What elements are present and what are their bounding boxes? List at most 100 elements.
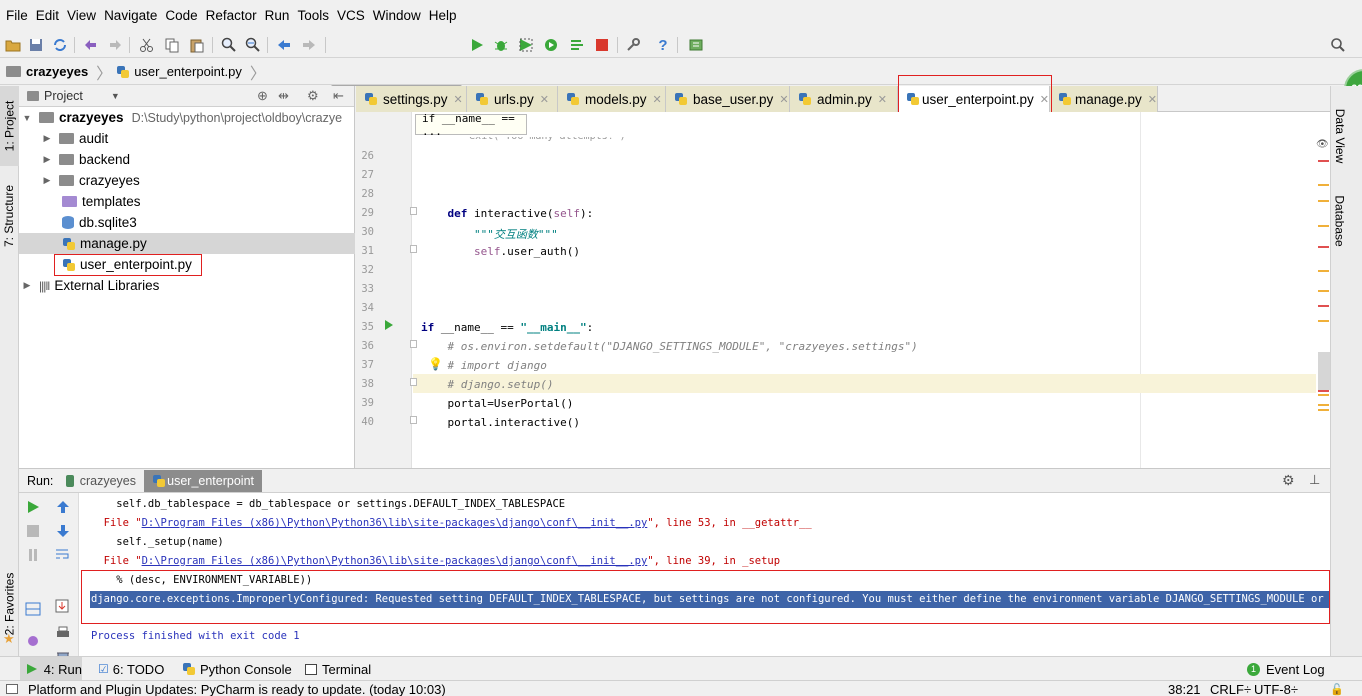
target-icon[interactable]: ⊕ [257,88,268,104]
undo-icon[interactable] [81,35,101,55]
tool-tab-structure[interactable]: 7: Structure [0,171,19,261]
pause-icon[interactable] [23,545,43,565]
coverage-icon[interactable] [516,35,536,55]
tab-settings[interactable]: settings.py ✕ [356,86,467,112]
tool-tab-python-console[interactable]: Python Console [182,657,292,681]
hide-panel-icon[interactable]: ⊥ [1309,472,1320,488]
file-encoding[interactable]: UTF-8÷ [1254,683,1298,696]
sync-icon[interactable] [50,35,70,55]
fold-marker-icon[interactable] [410,245,417,253]
tree-item-manage[interactable]: manage.py [19,233,355,254]
paste-icon[interactable] [187,35,207,55]
tool-tab-project[interactable]: 1: Project [0,86,19,166]
close-icon[interactable]: ✕ [779,93,788,106]
tool-tab-event-log[interactable]: 1 Event Log [1247,657,1325,681]
replace-icon[interactable] [243,35,263,55]
menu-code[interactable]: Code [161,0,201,32]
gear-icon[interactable]: ⚙ [1282,472,1295,489]
chevron-down-icon[interactable]: ▼ [111,91,120,101]
forward-icon[interactable] [299,35,319,55]
menu-window[interactable]: Window [369,0,425,32]
hide-icon[interactable]: ⇤ [333,88,344,104]
fold-marker-icon[interactable] [410,378,417,386]
menu-vcs[interactable]: VCS [333,0,369,32]
debug-icon[interactable] [491,35,511,55]
tab-manage[interactable]: manage.py ✕ [1050,86,1158,112]
tree-item-db[interactable]: db.sqlite3 [19,212,355,233]
code-editor[interactable]: exit("Too many attempts!") 26 27 28 29 3… [356,112,1330,468]
tool-tab-data-view[interactable]: Data View [1331,96,1349,176]
menu-run[interactable]: Run [261,0,294,32]
copy-icon[interactable] [162,35,182,55]
run-gutter-icon[interactable] [384,319,394,334]
gear-icon[interactable]: ⚙ [307,88,319,104]
settings-icon[interactable] [623,35,643,55]
back-icon[interactable] [274,35,294,55]
tab-models[interactable]: models.py ✕ [558,86,666,112]
cut-icon[interactable] [137,35,157,55]
breadcrumb-project[interactable]: crazyeyes [6,64,88,79]
menu-edit[interactable]: Edit [32,0,63,32]
line-separator[interactable]: CRLF÷ [1210,683,1251,696]
menu-file[interactable]: File [2,0,32,32]
tree-item-audit[interactable]: ▶ audit [19,128,355,149]
close-icon[interactable]: ✕ [878,93,887,106]
cursor-position[interactable]: 38:21 [1168,683,1201,696]
concurrency-icon[interactable] [567,35,587,55]
profile-icon[interactable] [541,35,561,55]
tab-admin[interactable]: admin.py ✕ [790,86,898,112]
collapse-icon[interactable]: ⇹ [278,88,289,104]
find-icon[interactable] [219,35,239,55]
menu-view[interactable]: View [63,0,100,32]
error-stripe[interactable]: 👁 [1316,139,1330,468]
help-icon[interactable]: ? [653,35,673,55]
fold-marker-icon[interactable] [410,416,417,424]
tree-item-backend[interactable]: ▶ backend [19,149,355,170]
close-icon[interactable]: ✕ [540,93,549,106]
lock-icon[interactable]: 🔓 [1330,683,1344,696]
tool-tab-run[interactable]: 4: Run [20,657,82,681]
breadcrumb-popup[interactable]: if __name__ == ... [415,112,527,138]
tree-item-user-enterpoint[interactable]: user_enterpoint.py [19,254,355,275]
open-icon[interactable] [3,35,23,55]
menu-tools[interactable]: Tools [293,0,333,32]
run-tab-crazyeyes[interactable]: crazyeyes [58,470,144,492]
tab-base-user[interactable]: base_user.py ✕ [666,86,790,112]
scroll-up-icon[interactable] [53,497,73,517]
tree-root[interactable]: ▼ crazyeyes D:\Study\python\project\oldb… [19,107,355,128]
status-toggle-icon[interactable] [6,684,18,694]
pin-icon[interactable] [23,631,43,651]
redo-icon[interactable] [105,35,125,55]
fold-marker-icon[interactable] [410,340,417,348]
scroll-to-end-icon[interactable] [53,597,73,617]
menu-navigate[interactable]: Navigate [100,0,161,32]
save-icon[interactable] [26,35,46,55]
status-message[interactable]: Platform and Plugin Updates: PyCharm is … [28,683,446,696]
scroll-down-icon[interactable] [53,521,73,541]
stop-icon[interactable] [592,35,612,55]
project-panel-title[interactable]: Project [44,89,83,103]
close-icon[interactable]: ✕ [454,93,463,106]
run-icon[interactable] [467,35,487,55]
console-error-line[interactable]: django.core.exceptions.ImproperlyConfigu… [90,591,1330,608]
tool-tab-todo[interactable]: ☑ 6: TODO [98,657,164,681]
tab-urls[interactable]: urls.py ✕ [467,86,558,112]
menu-refactor[interactable]: Refactor [202,0,261,32]
close-icon[interactable]: ✕ [1148,93,1157,106]
menu-help[interactable]: Help [425,0,461,32]
tab-user-enterpoint[interactable]: user_enterpoint.py ✕ [898,86,1050,112]
sdk-icon[interactable] [686,35,706,55]
scrollbar-thumb[interactable] [1318,352,1330,390]
close-icon[interactable]: ✕ [653,93,662,106]
tree-item-external-libraries[interactable]: ▶ |||‖ External Libraries [19,275,355,296]
run-tab-user-enterpoint[interactable]: user_enterpoint [144,470,262,492]
rerun-icon[interactable] [23,497,43,517]
tool-tab-terminal[interactable]: Terminal [305,657,371,681]
search-icon[interactable] [1328,35,1348,55]
close-icon[interactable]: ✕ [1040,93,1049,106]
tree-item-crazyeyes[interactable]: ▶ crazyeyes [19,170,355,191]
layout-icon[interactable] [23,599,43,619]
soft-wrap-icon[interactable] [53,545,73,565]
fold-marker-icon[interactable] [410,207,417,215]
stop-icon[interactable] [23,521,43,541]
